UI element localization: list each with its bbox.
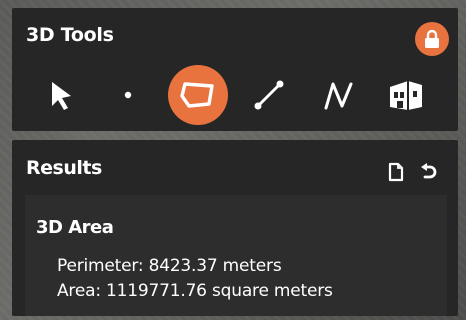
area-text: Area: 1119771.76 square meters xyxy=(57,281,333,301)
tools-panel-title: 3D Tools xyxy=(26,24,114,46)
reset-button[interactable] xyxy=(416,160,440,184)
results-panel-title: Results xyxy=(26,157,102,179)
tool-row xyxy=(12,65,458,125)
polyline-icon xyxy=(324,82,353,110)
point-icon xyxy=(124,91,132,99)
area-tool-button[interactable] xyxy=(168,65,228,125)
polygon-icon xyxy=(180,82,214,108)
result-heading: 3D Area xyxy=(36,217,114,238)
result-card: 3D Area Perimeter: 8423.37 meters Area: … xyxy=(25,195,447,316)
document-icon xyxy=(388,162,404,182)
perimeter-text: Perimeter: 8423.37 meters xyxy=(57,256,282,276)
tools-panel: 3D Tools xyxy=(12,8,458,131)
lock-button[interactable] xyxy=(415,22,449,56)
results-panel: Results 3D Area Perimeter: 8423.37 meter… xyxy=(12,140,458,316)
point-tool-button[interactable] xyxy=(98,65,158,125)
distance-tool-button[interactable] xyxy=(239,65,299,125)
building-tool-button[interactable] xyxy=(376,65,436,125)
arrow-pointer-icon xyxy=(52,82,71,110)
path-tool-button[interactable] xyxy=(308,65,368,125)
line-icon xyxy=(254,80,284,110)
lock-icon xyxy=(425,29,439,48)
select-tool-button[interactable] xyxy=(30,65,90,125)
building-icon xyxy=(390,81,422,110)
undo-icon xyxy=(421,163,437,179)
export-button[interactable] xyxy=(384,160,408,184)
